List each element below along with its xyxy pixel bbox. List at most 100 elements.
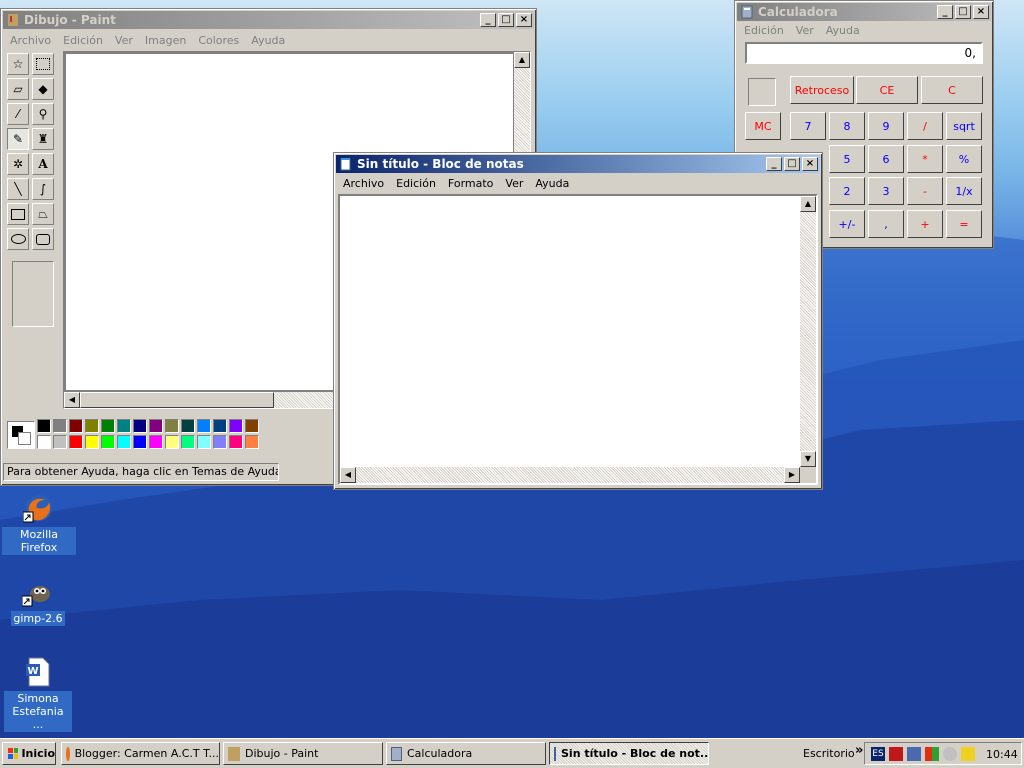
digit-3-button[interactable]: 3	[868, 177, 904, 205]
palette-top-swatch-4[interactable]	[101, 419, 115, 433]
magnifier-icon[interactable]: ⚲	[32, 103, 54, 125]
palette-bottom-swatch-3[interactable]	[85, 435, 99, 449]
palette-top-swatch-3[interactable]	[85, 419, 99, 433]
menu-ver[interactable]: Ver	[499, 177, 529, 190]
close-button[interactable]: ×	[516, 13, 532, 27]
start-button[interactable]: Inicio	[2, 742, 56, 765]
digit-2-button[interactable]: 2	[829, 177, 865, 205]
taskbar-item-calculator[interactable]: Calculadora	[386, 742, 546, 765]
menu-archivo[interactable]: Archivo	[4, 34, 57, 47]
taskbar-item-paint[interactable]: Dibujo - Paint	[223, 742, 383, 765]
menu-colores[interactable]: Colores	[192, 34, 245, 47]
menu-edicion[interactable]: Edición	[390, 177, 442, 190]
color-picker-icon[interactable]: ⁄	[7, 103, 29, 125]
minimize-button[interactable]: _	[766, 157, 782, 171]
palette-bottom-swatch-1[interactable]	[53, 435, 67, 449]
security-tray-icon[interactable]	[961, 747, 975, 761]
toolbar-chevron-icon[interactable]: »	[855, 743, 863, 758]
taskbar-item-notepad[interactable]: Sin título - Bloc de not...	[549, 742, 709, 765]
palette-top-swatch-6[interactable]	[133, 419, 147, 433]
hscroll-thumb[interactable]	[80, 392, 274, 408]
menu-ayuda[interactable]: Ayuda	[529, 177, 575, 190]
network-tray-icon[interactable]	[907, 747, 921, 761]
acrobat-tray-icon[interactable]	[889, 747, 903, 761]
digit-6-button[interactable]: 6	[868, 145, 904, 173]
menu-edicion[interactable]: Edición	[738, 24, 790, 37]
tool-options-box[interactable]	[12, 261, 54, 327]
ce-button[interactable]: CE	[856, 76, 918, 104]
add-button[interactable]: +	[907, 210, 943, 238]
palette-top-swatch-1[interactable]	[53, 419, 67, 433]
language-indicator[interactable]: ES	[871, 747, 885, 761]
fill-bucket-icon[interactable]: ◆	[32, 78, 54, 100]
palette-top-swatch-7[interactable]	[149, 419, 163, 433]
scroll-left-button[interactable]: ◀	[64, 392, 80, 408]
windows-flag-tray-icon[interactable]	[925, 747, 939, 761]
minimize-button[interactable]: _	[480, 13, 496, 27]
palette-top-swatch-8[interactable]	[165, 419, 179, 433]
free-select-icon[interactable]: ☆	[7, 53, 29, 75]
close-button[interactable]: ×	[973, 5, 989, 19]
ellipse-icon[interactable]	[7, 228, 29, 250]
reciprocal-button[interactable]: 1/x	[946, 177, 982, 205]
airbrush-icon[interactable]: ✲	[7, 153, 29, 175]
palette-bottom-swatch-13[interactable]	[245, 435, 259, 449]
sound-tray-icon[interactable]	[943, 747, 957, 761]
notepad-window[interactable]: Sin título - Bloc de notas _ □ × Archivo…	[333, 152, 823, 490]
clock[interactable]: 10:44	[986, 748, 1018, 761]
curve-icon[interactable]: ∫	[32, 178, 54, 200]
polygon-icon[interactable]: ⏢	[32, 203, 54, 225]
line-icon[interactable]: ╲	[7, 178, 29, 200]
digit-9-button[interactable]: 9	[868, 112, 904, 140]
eraser-icon[interactable]: ▱	[7, 78, 29, 100]
palette-bottom-swatch-7[interactable]	[149, 435, 163, 449]
size-grip-icon[interactable]	[800, 467, 816, 483]
palette-top-swatch-5[interactable]	[117, 419, 131, 433]
digit-7-button[interactable]: 7	[790, 112, 826, 140]
scroll-left-button[interactable]: ◀	[340, 467, 356, 483]
palette-bottom-swatch-8[interactable]	[165, 435, 179, 449]
desktop-icon-firefox[interactable]: Mozilla Firefox	[2, 492, 76, 555]
rounded-rect-icon[interactable]	[32, 228, 54, 250]
scroll-up-button[interactable]: ▲	[800, 196, 816, 212]
digit-8-button[interactable]: 8	[829, 112, 865, 140]
desktop-toolbar-label[interactable]: Escritorio	[803, 747, 855, 760]
percent-button[interactable]: %	[946, 145, 982, 173]
calculator-titlebar[interactable]: Calculadora _ □ ×	[737, 3, 991, 21]
notepad-titlebar[interactable]: Sin título - Bloc de notas _ □ ×	[336, 155, 820, 173]
palette-bottom-swatch-2[interactable]	[69, 435, 83, 449]
menu-ayuda[interactable]: Ayuda	[245, 34, 291, 47]
brush-icon[interactable]: ♜	[32, 128, 54, 150]
menu-edicion[interactable]: Edición	[57, 34, 109, 47]
palette-bottom-swatch-10[interactable]	[197, 435, 211, 449]
backspace-button[interactable]: Retroceso	[790, 76, 854, 104]
palette-bottom-swatch-0[interactable]	[37, 435, 51, 449]
maximize-button[interactable]: □	[784, 157, 800, 171]
decimal-button[interactable]: ,	[868, 210, 904, 238]
subtract-button[interactable]: -	[907, 177, 943, 205]
scroll-down-button[interactable]: ▼	[800, 451, 816, 467]
menu-formato[interactable]: Formato	[442, 177, 500, 190]
taskbar-item-blogger[interactable]: Blogger: Carmen A.C.T T...	[61, 742, 220, 765]
palette-top-swatch-2[interactable]	[69, 419, 83, 433]
notepad-hscrollbar[interactable]	[340, 467, 800, 483]
desktop-icon-word-doc[interactable]: W Simona Estefania ...	[1, 656, 75, 732]
palette-bottom-swatch-4[interactable]	[101, 435, 115, 449]
palette-bottom-swatch-5[interactable]	[117, 435, 131, 449]
minimize-button[interactable]: _	[937, 5, 953, 19]
palette-top-swatch-9[interactable]	[181, 419, 195, 433]
menu-ayuda[interactable]: Ayuda	[820, 24, 866, 37]
sqrt-button[interactable]: sqrt	[946, 112, 982, 140]
close-button[interactable]: ×	[802, 157, 818, 171]
rect-select-icon[interactable]	[32, 53, 54, 75]
menu-archivo[interactable]: Archivo	[337, 177, 390, 190]
palette-top-swatch-10[interactable]	[197, 419, 211, 433]
palette-top-swatch-13[interactable]	[245, 419, 259, 433]
desktop-icon-gimp[interactable]: gimp-2.6	[1, 576, 75, 626]
divide-button[interactable]: /	[907, 112, 943, 140]
scroll-up-button[interactable]: ▲	[514, 52, 530, 68]
menu-ver[interactable]: Ver	[790, 24, 820, 37]
notepad-text-area[interactable]: ▲ ▼ ◀ ▶	[338, 194, 818, 485]
current-colors[interactable]	[7, 421, 35, 449]
sign-button[interactable]: +/-	[829, 210, 865, 238]
